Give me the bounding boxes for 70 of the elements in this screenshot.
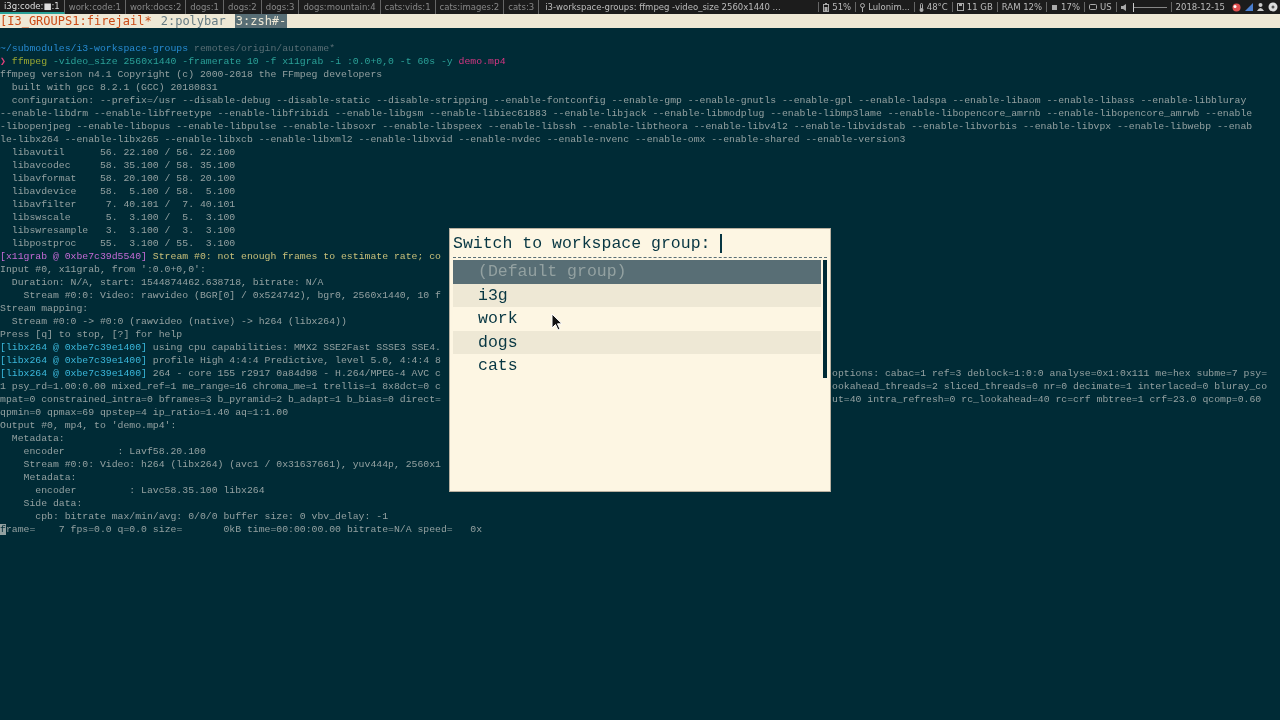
terminal-line: libswscale 5. 3.100 / 5. 3.100 — [10, 211, 236, 224]
terminal-line: libpostproc 55. 3.100 / 55. 3.100 — [10, 237, 236, 250]
menu-entry[interactable]: i3g — [453, 283, 821, 307]
chip-icon — [1051, 3, 1059, 11]
status-text: 48°C — [926, 2, 948, 12]
battery-icon — [823, 2, 830, 12]
thermometer-icon — [918, 2, 924, 12]
person-icon — [1257, 3, 1264, 11]
terminal-line: Input #0, x11grab, from ':0.0+0,0': — [0, 263, 206, 276]
status-text: RAM 12% — [1001, 2, 1043, 12]
tmux-window-tab[interactable]: 2:polybar — [159, 14, 227, 28]
terminal-line: Stream mapping: — [0, 302, 89, 315]
status-text: Lulonim... — [868, 2, 910, 12]
menu-entry[interactable]: cats — [453, 354, 821, 378]
terminal-line: cpb: bitrate max/min/avg: 0/0/0 buffer size: 0 vbv_delay: -1 — [34, 510, 389, 523]
mouse-pointer-icon — [551, 313, 563, 331]
tmux-window-tab[interactable]: 3:zsh#- — [234, 14, 288, 28]
status-text: 17% — [1061, 2, 1080, 12]
keyboard-icon — [1088, 4, 1097, 10]
terminal-line: libavdevice 58. 5.100 / 58. 5.100 — [10, 185, 236, 198]
app-tray-icon — [1232, 2, 1241, 12]
terminal-line: 1 psy_rd=1.00:0.00 mixed_ref=1 me_range=16 chroma_me=1 trellis=1 8x8dct=0 c — [0, 380, 441, 393]
session-label: [I3_GROUPS1:firejail* — [0, 14, 152, 28]
antenna-icon — [860, 2, 866, 12]
terminal-line: configuration: --prefix=/usr --disable-debug --disable-static --disable-stripping --enable-fontconfig --enable-gmp --enable-gnutls --enable-gpl --enable-ladspa --enable-libaom --enable-libass --enable-libbluray — [10, 94, 1247, 107]
scrollbar-handle[interactable] — [823, 260, 827, 378]
menu-entry[interactable]: work — [453, 307, 821, 331]
terminal-line: [x11grab @ 0xbe7c39d5540] Stream #0: not enough frames to estimate rate; co — [0, 250, 441, 263]
terminal-line: ffmpeg version n4.1 Copyright (c) 2000-2018 the FFmpeg developers — [0, 68, 383, 81]
speaker-icon — [1120, 3, 1127, 11]
text-cursor — [720, 234, 723, 253]
terminal-line: Metadata: — [22, 471, 77, 484]
prompt-label: Switch to workspace group: — [453, 234, 711, 253]
signal-icon — [1245, 3, 1253, 11]
terminal-line: libavfilter 7. 40.101 / 7. 40.101 — [10, 198, 236, 211]
terminal-line: encoder : Lavc58.35.100 libx264 — [34, 484, 265, 497]
terminal-line: ookahead_threads=2 sliced_threads=0 nr=0 decimate=1 interlaced=0 bluray_co — [832, 380, 1268, 393]
status-text: US — [1099, 2, 1112, 12]
terminal-line: le-libx264 --enable-libx265 --enable-libxcb --enable-libxml2 --enable-libxvid --enable-nvdec --enable-nvenc --enable-omx --enable-shared --enable-version3 — [0, 133, 906, 146]
terminal-line: Output #0, mp4, to 'demo.mp4': — [0, 419, 177, 432]
status-text: 2018-12-15 — [1175, 2, 1225, 12]
terminal-line: ut=40 intra_refresh=0 rc_lookahead=40 rc=crf mbtree=1 crf=23.0 qcomp=0.60 — [832, 393, 1262, 406]
terminal-line: libavcodec 58. 35.100 / 58. 35.100 — [10, 159, 236, 172]
terminal-line: libswresample 3. 3.100 / 3. 3.100 — [10, 224, 236, 237]
terminal-line: Side data: — [22, 497, 83, 510]
terminal-line: libavutil 56. 22.100 / 56. 22.100 — [10, 146, 236, 159]
terminal-line: options: cabac=1 ref=3 deblock=1:0:0 analyse=0x1:0x111 me=hex subme=7 psy= — [832, 367, 1268, 380]
terminal-line: [libx264 @ 0xbe7c39e1400] profile High 4:4:4 Predictive, level 5.0, 4:4:4 8 — [0, 354, 441, 367]
terminal-line: built with gcc 8.2.1 (GCC) 20180831 — [10, 81, 218, 94]
terminal-line: Stream #0:0: Video: rawvideo (BGR[0] / 0x524742), bgr0, 2560x1440, 10 f — [22, 289, 441, 302]
terminal-line: Stream #0:0: Video: h264 (libx264) (avc1 / 0x31637661), yuv444p, 2560x1 — [22, 458, 441, 471]
terminal-line: libavformat 58. 20.100 / 58. 20.100 — [10, 172, 236, 185]
terminal-line: ❯ ffmpeg -video_size 2560x1440 -framerate 10 -f x11grab -i :0.0+0,0 -t 60s -y demo.mp4 — [0, 55, 506, 68]
terminal-line: [libx264 @ 0xbe7c39e1400] 264 - core 155 r2917 0a84d98 - H.264/MPEG-4 AVC c — [0, 367, 441, 380]
terminal-line: qpmin=0 qpmax=69 qpstep=4 ip_ratio=1.40 aq=1:1.00 — [0, 406, 289, 419]
terminal-line: Press [q] to stop, [?] for help — [0, 328, 183, 341]
terminal-line: Stream #0:0 -> #0:0 (rawvideo (native) -> h264 (libx264)) — [10, 315, 347, 328]
status-text: 11 GB — [966, 2, 993, 12]
menu-entry[interactable]: dogs — [453, 330, 821, 354]
status-text: 51% — [832, 2, 852, 12]
terminal-line: -libopenjpeg --enable-libopus --enable-libpulse --enable-libsoxr --enable-libspeex --enable-libssh --enable-libtheora --enable-libv4l2 --enable-libvidstab --enable-libvorbis --enable-libvpx --enable-libwebp --enab — [0, 120, 1253, 133]
window-title: i3-workspace-groups: ffmpeg -video_size 2560x1440 ... — [544, 2, 782, 12]
terminal-line: mpat=0 constrained_intra=0 bframes=3 b_pyramid=2 b_adapt=1 b_bias=0 direct= — [0, 393, 441, 406]
terminal-line: [libx264 @ 0xbe7c39e1400] using cpu capabilities: MMX2 SSE2Fast SSSE3 SSE4. — [0, 341, 441, 354]
disc-icon — [1268, 2, 1278, 12]
terminal-line: Metadata: — [10, 432, 65, 445]
terminal-line: encoder : Lavf58.20.100 — [22, 445, 206, 458]
terminal-line: --enable-libdrm --enable-libfreetype --enable-libfribidi --enable-libgsm --enable-libiec61883 --enable-libjack --enable-libmodplug --enable-libmp3lame --enable-libopencore_amrnb --enable-libopencore_amrwb --enable — [0, 107, 1253, 120]
terminal-line: ~/submodules/i3-workspace-groups remotes/origin/autoname* — [0, 42, 336, 55]
terminal-line: Duration: N/A, start: 1544874462.638718, bitrate: N/A — [10, 276, 324, 289]
